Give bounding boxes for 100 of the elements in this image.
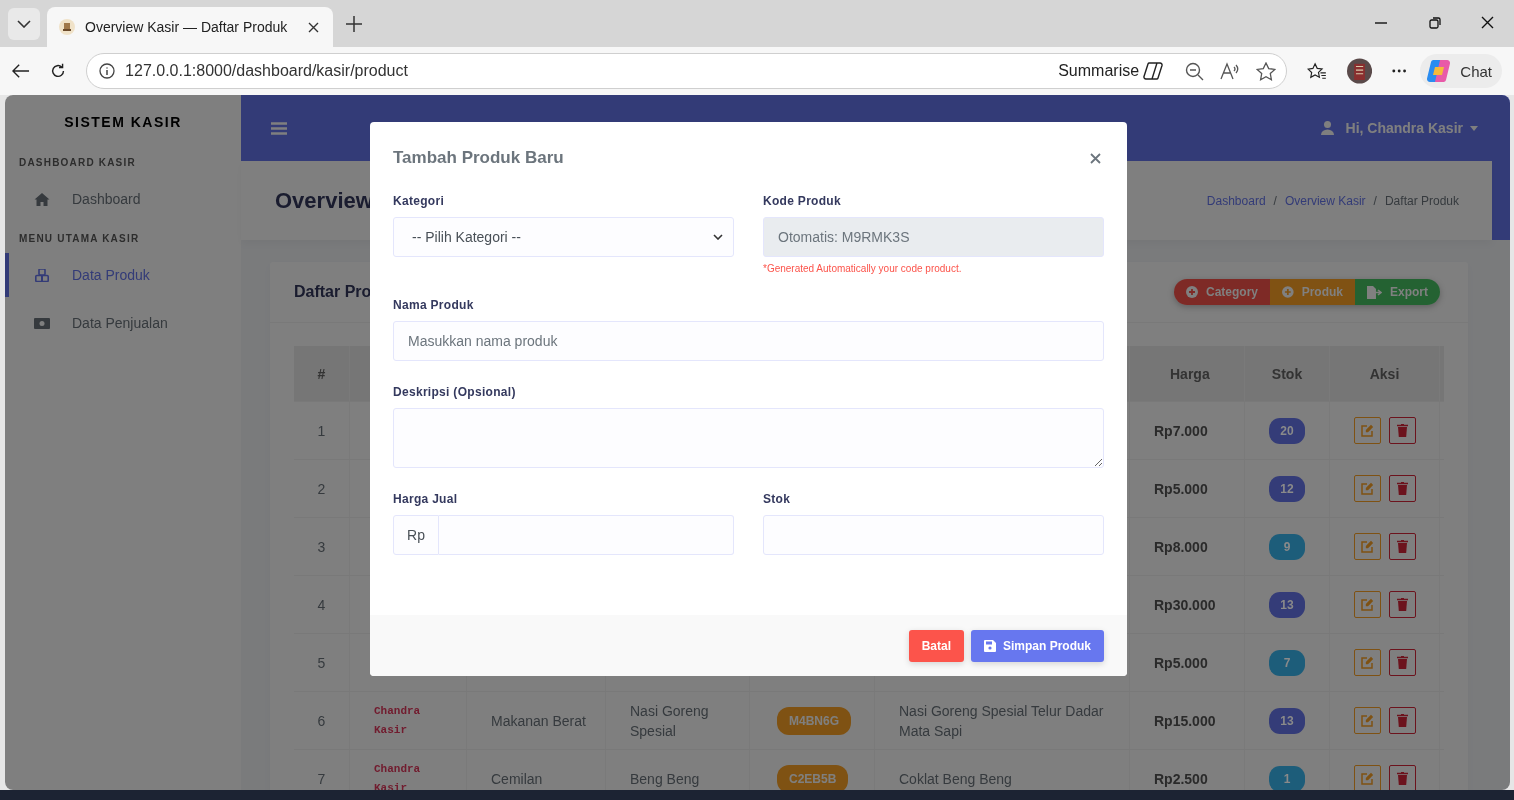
tab-list-button[interactable] — [8, 8, 40, 40]
price-cell-text: Rp5.000 — [1154, 653, 1208, 673]
breadcrumb-link[interactable]: Dashboard — [1206, 193, 1266, 208]
close-icon[interactable] — [308, 21, 319, 33]
summarise-button[interactable]: Summarise — [1058, 61, 1166, 81]
edit-button[interactable] — [1353, 765, 1381, 790]
menu-heading: MENU UTAMA KASIR — [18, 232, 141, 246]
plus-circle-icon — [1186, 286, 1198, 298]
menu-icon[interactable] — [271, 121, 287, 135]
delete-button[interactable] — [1388, 417, 1416, 444]
row-number: 1 — [317, 421, 326, 441]
user-name: Chandra Kasir — [374, 761, 422, 790]
description-field[interactable] — [393, 408, 1104, 468]
avatar-icon[interactable] — [1346, 57, 1372, 85]
cancel-button[interactable]: Batal — [908, 629, 964, 662]
price-cell-text: Rp7.000 — [1154, 421, 1208, 441]
edit-button[interactable] — [1353, 649, 1381, 676]
breadcrumb-current: Daftar Produk — [1384, 193, 1459, 208]
field-label: Kode Produk — [763, 194, 842, 208]
save-button[interactable]: Simpan Produk — [971, 629, 1104, 662]
row-number: 2 — [317, 479, 326, 499]
address-bar[interactable]: 127.0.0.1:8000/dashboard/kasir/product Summarise — [86, 53, 1288, 89]
zoom-out-icon[interactable] — [1185, 61, 1205, 81]
edit-button[interactable] — [1353, 533, 1381, 560]
price-cell-text: Rp5.000 — [1154, 479, 1208, 499]
copilot-icon — [1426, 59, 1453, 83]
chevron-down-icon — [17, 20, 31, 28]
chevron-down-icon — [713, 234, 723, 240]
row-number: 3 — [317, 537, 326, 557]
favicon-icon — [59, 19, 75, 35]
trash-icon — [1396, 482, 1408, 495]
browser-tab[interactable]: Overview Kasir — Daftar Produk — [47, 7, 333, 47]
edit-icon — [1360, 424, 1374, 437]
edit-button[interactable] — [1353, 417, 1381, 444]
trash-icon — [1396, 656, 1408, 669]
stock-badge: 13 — [1269, 707, 1305, 734]
price-field[interactable] — [439, 515, 734, 555]
edit-button[interactable] — [1353, 475, 1381, 502]
action-button[interactable]: Category — [1174, 279, 1270, 305]
delete-button[interactable] — [1388, 649, 1416, 676]
action-button[interactable]: Produk — [1270, 279, 1355, 305]
boxes-icon — [34, 268, 50, 282]
category-select[interactable]: -- Pilih Kategori -- — [393, 217, 734, 257]
stock-badge: 9 — [1269, 533, 1305, 560]
code-badge: M4BN6G — [777, 706, 851, 735]
home-icon — [34, 192, 50, 206]
user-menu-button[interactable]: Hi, Chandra Kasir — [1345, 120, 1478, 136]
breadcrumb-link[interactable]: Overview Kasir — [1284, 193, 1366, 208]
delete-button[interactable] — [1388, 591, 1416, 618]
edit-icon — [1360, 772, 1374, 785]
close-icon[interactable] — [1481, 16, 1494, 29]
read-aloud-icon[interactable] — [1220, 62, 1241, 80]
favorites-icon[interactable] — [1307, 61, 1327, 81]
sidebar-item[interactable]: Dashboard — [5, 177, 241, 221]
field-label: Harga Jual — [393, 492, 459, 506]
sidebar-item[interactable]: Data Penjualan — [5, 301, 241, 345]
edit-button[interactable] — [1353, 591, 1381, 618]
action-button[interactable]: Export — [1355, 279, 1440, 305]
minimize-icon[interactable] — [1375, 21, 1387, 24]
copilot-outline-icon — [1143, 61, 1166, 81]
help-text: *Generated Automatically your code product. — [763, 263, 963, 274]
edit-icon — [1360, 482, 1374, 495]
input-field[interactable]: Masukkan nama produk — [393, 321, 1104, 361]
delete-button[interactable] — [1388, 533, 1416, 560]
trash-icon — [1396, 424, 1408, 437]
star-icon[interactable] — [1256, 61, 1277, 81]
input-field[interactable] — [763, 515, 1104, 555]
currency-prefix: Rp — [393, 515, 439, 555]
delete-button[interactable] — [1388, 707, 1416, 734]
delete-button[interactable] — [1388, 475, 1416, 502]
restore-icon[interactable] — [1429, 16, 1441, 29]
price-cell-text: Rp30.000 — [1154, 595, 1216, 615]
trash-icon — [1396, 598, 1408, 611]
field-label: Kategori — [393, 194, 446, 208]
refresh-icon[interactable] — [49, 62, 67, 80]
page-title: Overview — [275, 187, 373, 214]
table-cell-text: Beng Beng — [630, 769, 700, 789]
delete-button[interactable] — [1388, 765, 1416, 790]
stock-badge: 7 — [1269, 649, 1305, 676]
stock-badge: 1 — [1269, 765, 1305, 790]
trash-icon — [1396, 714, 1408, 727]
menu-heading: DASHBOARD KASIR — [18, 156, 137, 170]
code-badge: C2EB5B — [777, 764, 849, 790]
more-icon[interactable] — [1391, 69, 1407, 73]
row-number: 6 — [317, 711, 326, 731]
save-icon — [984, 639, 996, 652]
column-header: Harga — [1130, 346, 1245, 401]
table-cell-text: Cemilan — [491, 769, 543, 789]
url-text: 127.0.0.1:8000/dashboard/kasir/product — [125, 62, 408, 80]
caret-icon — [1470, 125, 1478, 131]
table-cell-text: Nasi Goreng Spesial Telur Dadar Mata Sapi — [899, 701, 1105, 741]
new-tab-icon[interactable] — [345, 15, 363, 33]
sidebar-item[interactable]: Data Produk — [5, 253, 241, 297]
back-icon[interactable] — [12, 63, 30, 79]
user-icon — [1320, 121, 1334, 135]
trash-icon — [1396, 540, 1408, 553]
edit-button[interactable] — [1353, 707, 1381, 734]
chat-button[interactable]: Chat — [1420, 54, 1502, 88]
breadcrumb-separator: / — [1373, 193, 1377, 208]
edit-icon — [1360, 540, 1374, 553]
